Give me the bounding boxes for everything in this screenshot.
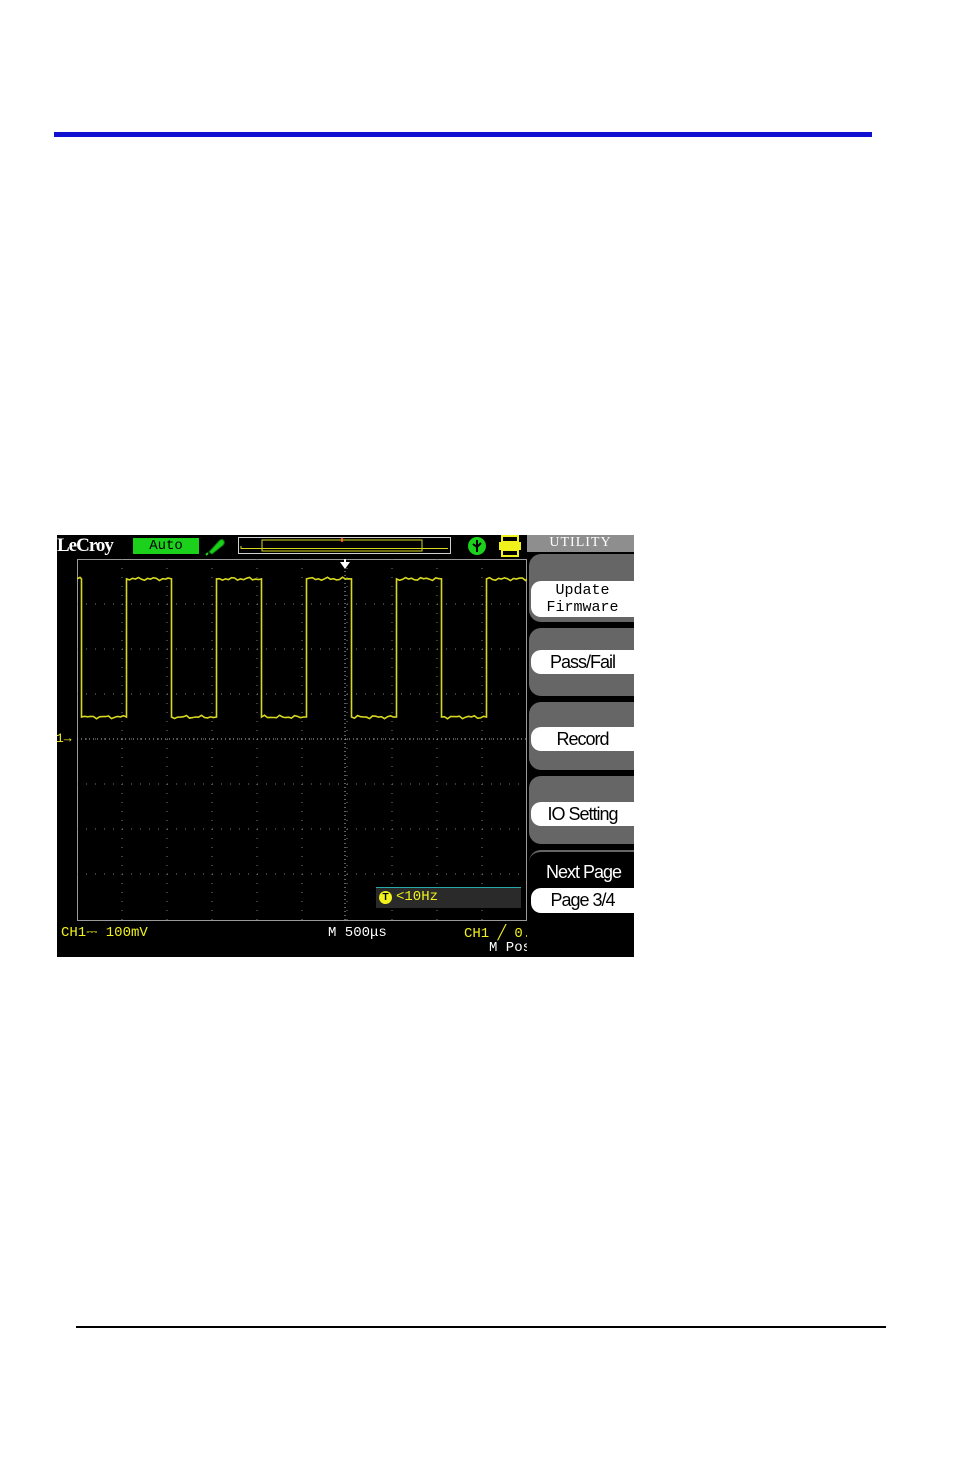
brand-logo: LeCroy <box>57 535 114 556</box>
trigger-arrow-icon <box>340 562 350 569</box>
acquisition-mode-badge: Auto <box>133 538 199 554</box>
softkey-menu: UTILITY Update Firmware Pass/Fail Record… <box>527 535 634 957</box>
channel-scale-readout: CH1⎓ 100mV <box>61 925 148 941</box>
menu-item-update-firmware[interactable]: Update Firmware <box>529 554 634 622</box>
usb-icon <box>465 536 489 561</box>
menu-item-record[interactable]: Record <box>529 702 634 770</box>
menu-item-label: IO Setting <box>531 802 634 826</box>
frequency-counter: T <10Hz <box>376 887 521 908</box>
menu-item-pass-fail[interactable]: Pass/Fail <box>529 628 634 696</box>
waveform-plot <box>77 559 527 921</box>
status-bar: LeCroy Auto <box>57 535 527 557</box>
bottom-rule <box>76 1326 886 1328</box>
menu-title: UTILITY <box>527 535 634 552</box>
menu-item-label: Firmware <box>546 599 619 616</box>
printer-icon <box>497 535 523 562</box>
frequency-value: <10Hz <box>396 889 439 905</box>
memory-position-strip <box>238 537 451 554</box>
frequency-counter-icon: T <box>379 891 392 904</box>
channel-1-marker-icon: 1→ <box>57 731 72 746</box>
timebase-readout: M 500μs <box>328 925 387 941</box>
probe-icon <box>205 536 227 561</box>
menu-item-label: Update <box>555 582 610 599</box>
menu-item-label: Record <box>531 727 634 751</box>
page-indicator: Page 3/4 <box>531 888 634 913</box>
channel-1-trace <box>77 576 527 720</box>
top-rule <box>54 132 872 137</box>
menu-item-io-setting[interactable]: IO Setting <box>529 776 634 844</box>
menu-item-next-page[interactable]: Next Page Page 3/4 <box>529 850 634 918</box>
oscilloscope-screen: LeCroy Auto 1→ T <10Hz CH1⎓ 100mV M 500μ… <box>57 535 634 957</box>
menu-item-label: Pass/Fail <box>531 650 634 674</box>
menu-item-label: Next Page <box>545 862 622 882</box>
